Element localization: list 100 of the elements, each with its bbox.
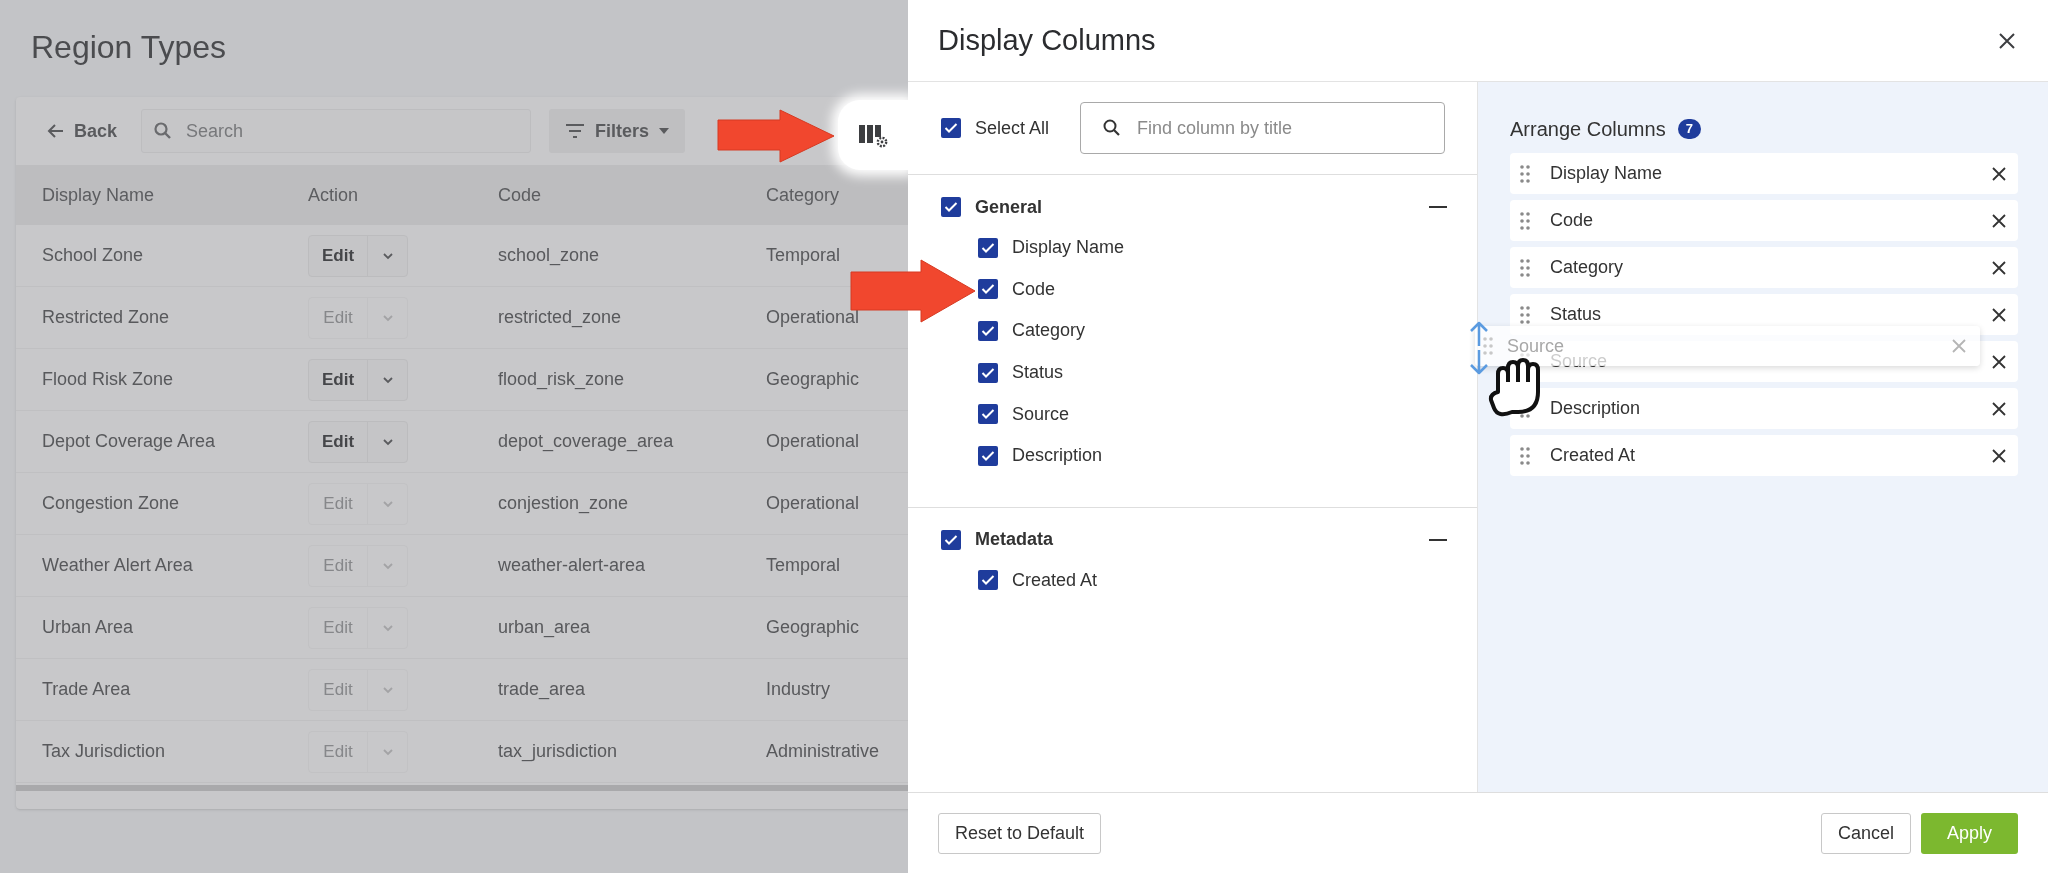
remove-button[interactable]	[1992, 448, 2006, 463]
search-field[interactable]: Find column by title	[1080, 102, 1445, 154]
panel-title: Display Columns	[938, 22, 1156, 58]
close-icon	[1992, 260, 2006, 275]
table-cell-text: Industry	[766, 678, 832, 701]
table-cell-text: Restricted Zone	[42, 306, 171, 329]
column-item[interactable]: Category	[1510, 247, 2018, 288]
minus-icon	[1429, 205, 1447, 209]
checkbox[interactable]	[978, 404, 998, 425]
up-down-arrows-icon	[1468, 320, 1490, 376]
table-cell-text: tax_jurisdiction	[498, 740, 619, 764]
checkbox-label[interactable]: Description	[1012, 442, 1103, 470]
filters-button[interactable]: Filters	[549, 109, 686, 153]
chevron-down-icon	[381, 561, 394, 570]
scrollbar[interactable]	[16, 785, 908, 791]
column-label: Code	[1550, 209, 1595, 232]
checkbox-label[interactable]: Created At	[1012, 566, 1098, 594]
checkbox-label[interactable]: Display Name	[1012, 234, 1125, 262]
checkbox-label[interactable]: Category	[1012, 317, 1086, 345]
checkbox[interactable]	[978, 570, 998, 591]
close-icon	[1992, 354, 2006, 369]
table-cell-text: Congestion Zone	[42, 492, 181, 515]
search-field[interactable]: Search	[141, 109, 532, 153]
column-label: Description	[1550, 397, 1642, 420]
column-label: Category	[1550, 256, 1625, 279]
filter-icon	[565, 123, 586, 139]
remove-button[interactable]	[1992, 213, 2006, 228]
table-cell-text: Trade Area	[42, 678, 132, 701]
remove-button[interactable]	[1992, 166, 2006, 181]
reset-button[interactable]: Reset to Default	[938, 812, 1102, 854]
table-cell-text: Operational	[766, 430, 861, 453]
drag-handle-icon[interactable]	[1520, 258, 1530, 277]
drag-handle-icon[interactable]	[1520, 164, 1530, 183]
table-cell-text: restricted_zone	[498, 306, 623, 330]
column-header[interactable]: Action	[308, 181, 498, 209]
column-settings-button[interactable]	[838, 100, 908, 170]
group-label[interactable]: Metadata	[975, 526, 1054, 554]
table-cell-text: Operational	[766, 492, 861, 515]
checkbox-label[interactable]: Code	[1012, 275, 1056, 303]
table-cell-text: Urban Area	[42, 616, 135, 639]
checkbox[interactable]	[941, 197, 961, 217]
chevron-down-icon	[381, 499, 394, 508]
table-cell-text: conjestion_zone	[498, 492, 630, 516]
column-header[interactable]: Display Name	[42, 181, 308, 209]
column-item[interactable]: Code	[1510, 200, 2018, 241]
column-item[interactable]: Display Name	[1510, 153, 2018, 194]
table-cell-text: Administrative	[766, 740, 881, 763]
chevron-down-icon	[381, 375, 394, 384]
back-button[interactable]: Back	[36, 111, 128, 151]
close-icon	[1992, 166, 2006, 181]
remove-button[interactable]	[1992, 260, 2006, 275]
table-cell-text: Weather Alert Area	[42, 554, 194, 577]
table-cell-text: school_zone	[498, 244, 601, 268]
checkbox-label[interactable]: Source	[1012, 400, 1070, 428]
checkbox[interactable]	[978, 445, 998, 466]
checkbox[interactable]	[978, 237, 998, 258]
section-title: Arrange Columns	[1510, 117, 1666, 142]
table-cell-text: weather-alert-area	[498, 554, 647, 577]
checkbox[interactable]	[941, 529, 961, 550]
checkbox[interactable]	[978, 362, 998, 383]
checkbox[interactable]	[978, 279, 998, 300]
column-label: Created At	[1550, 444, 1637, 467]
drag-handle-icon[interactable]	[1520, 446, 1530, 465]
table-cell-text: Flood Risk Zone	[42, 368, 175, 391]
cancel-button[interactable]: Cancel	[1820, 812, 1911, 854]
remove-button[interactable]	[1992, 354, 2006, 369]
column-item[interactable]: Created At	[1510, 435, 2018, 476]
chevron-down-icon	[381, 313, 394, 322]
close-icon	[1992, 401, 2006, 416]
table-cell-text: trade_area	[498, 678, 587, 702]
column-label: Display Name	[1550, 162, 1664, 185]
column-item[interactable]: Description	[1510, 388, 2018, 429]
drag-handle-icon[interactable]	[1520, 211, 1530, 230]
chevron-down-icon	[381, 251, 394, 260]
close-icon	[1992, 448, 2006, 463]
checkbox-label[interactable]: Status	[1012, 359, 1064, 387]
table-cell-text: School Zone	[42, 244, 145, 267]
remove-button[interactable]	[1992, 307, 2006, 322]
table-cell-text: flood_risk_zone	[498, 368, 626, 392]
checkbox-label[interactable]: Select All	[975, 114, 1050, 142]
minus-icon	[1429, 537, 1447, 542]
group-label[interactable]: General	[975, 193, 1043, 221]
table-cell-text: Geographic	[766, 368, 861, 391]
drag-handle-icon[interactable]	[1520, 305, 1530, 324]
checkbox[interactable]	[978, 321, 998, 341]
column-header[interactable]: Category	[766, 181, 908, 209]
page-title: Region Types	[31, 27, 227, 67]
chevron-down-icon	[381, 747, 394, 756]
chevron-down-icon	[381, 685, 394, 694]
checkbox[interactable]	[941, 118, 961, 138]
column-header[interactable]: Code	[498, 181, 766, 209]
count-badge: 7	[1677, 119, 1701, 139]
drag-handle-icon	[1483, 337, 1493, 355]
caret-icon	[659, 128, 670, 134]
close-icon	[1998, 31, 2016, 50]
remove-button[interactable]	[1992, 401, 2006, 416]
table-cell-text: urban_area	[498, 616, 592, 640]
table-cell-text: Temporal	[766, 554, 842, 577]
chevron-down-icon	[381, 623, 394, 632]
chevron-down-icon	[381, 437, 394, 446]
